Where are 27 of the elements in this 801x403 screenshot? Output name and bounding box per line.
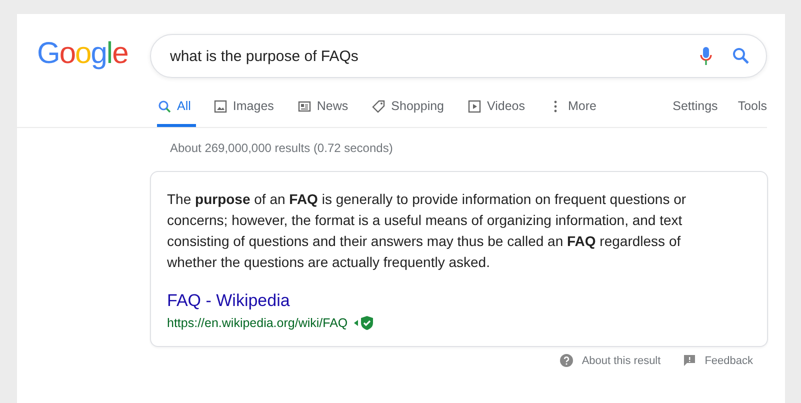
- image-icon: [214, 100, 227, 112]
- search-tab[interactable]: News: [298, 90, 348, 127]
- search-tab[interactable]: Shopping: [372, 90, 444, 127]
- toolbar-link[interactable]: Tools: [738, 99, 767, 127]
- search-icon: [158, 100, 171, 112]
- play-icon: [468, 100, 481, 112]
- search-icon: [732, 47, 750, 65]
- newspaper-icon: [298, 100, 311, 112]
- result-url: https://en.wikipedia.org/wiki/FAQ: [167, 316, 348, 330]
- help-icon: [560, 354, 573, 367]
- google-logo[interactable]: Google: [37, 37, 150, 71]
- search-tab[interactable]: All: [157, 90, 196, 127]
- search-bar[interactable]: what is the purpose of FAQs: [150, 34, 767, 78]
- footer-link[interactable]: About this result: [560, 354, 661, 367]
- tag-icon: [372, 100, 386, 112]
- toolbar-link[interactable]: Settings: [672, 99, 718, 127]
- result-stats: About 269,000,000 results (0.72 seconds): [169, 140, 394, 155]
- search-tab[interactable]: More: [549, 90, 596, 127]
- search-tab[interactable]: Videos: [468, 90, 525, 127]
- footer-link[interactable]: Feedback: [682, 354, 753, 367]
- microphone-icon: [700, 46, 712, 66]
- snippet-text: The purpose of an FAQ is generally to provide information on frequent questions or concerns; however, the format is a useful means of organizing information, and text consisting of questions and their answers may thus be called an FAQ regardless of whether the questions are actually frequently asked.: [167, 190, 688, 272]
- feedback-icon: [682, 354, 696, 367]
- result-title-link[interactable]: FAQ - Wikipedia: [167, 291, 751, 311]
- search-query[interactable]: what is the purpose of FAQs: [170, 48, 358, 64]
- search-tab[interactable]: Images: [214, 90, 274, 127]
- verified-shield-icon: [354, 316, 374, 330]
